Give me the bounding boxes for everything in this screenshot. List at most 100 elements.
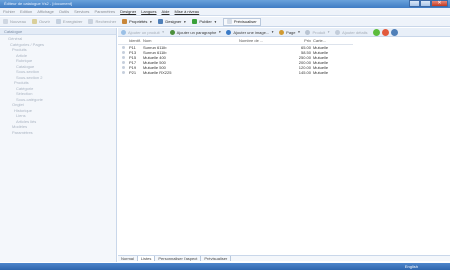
designer-button[interactable]: Designer ▼ — [158, 19, 186, 24]
select-column-header — [118, 37, 127, 45]
close-button[interactable]: ✕ — [431, 0, 448, 7]
menu-item-designer[interactable]: Designer — [120, 9, 136, 14]
status-bar: English — [0, 263, 450, 270]
nouveau-label: Nouveau — [10, 19, 27, 24]
menu-item-services[interactable]: Services — [74, 9, 89, 14]
page-button[interactable]: Page ▼ — [279, 29, 301, 35]
ouvrir-icon — [32, 19, 38, 24]
row-select[interactable] — [118, 70, 127, 75]
enregistrer-button[interactable]: Enregistrer — [55, 19, 83, 24]
ajouter-details-label: Ajouter détails — [342, 29, 368, 35]
row-status-icon — [122, 60, 125, 64]
ajouter-un-produit-button[interactable]: Ajouter un produit ▼ — [121, 29, 165, 35]
product-table: Identif. Nom Nombre de ... Prix Carte...… — [118, 37, 353, 75]
info-icon[interactable] — [390, 28, 398, 36]
tab-previsualiser[interactable]: Prévisualiser — [201, 256, 232, 261]
column-header-nom[interactable]: Nom — [143, 37, 239, 45]
title-bar: Éditeur de catalogue Vs2 - [document] ✕ — [0, 0, 450, 8]
chevron-down-icon[interactable]: ▼ — [149, 20, 152, 24]
ajouter-un-paragraphe-icon — [169, 29, 175, 35]
menu-item-affichage[interactable]: Affichage — [37, 9, 54, 14]
row-status-icon — [122, 65, 125, 69]
cell-id: P21 — [129, 69, 137, 75]
rechercher-icon — [88, 19, 94, 24]
menu-item-parametres[interactable]: Paramètres — [94, 9, 115, 14]
row-status-icon — [122, 50, 125, 54]
chevron-down-icon[interactable]: ▼ — [271, 30, 274, 34]
enregistrer-icon — [55, 19, 61, 24]
ajouter-une-image-button[interactable]: Ajouter une image... ▼ — [226, 29, 274, 35]
ajouter-details-icon — [335, 29, 341, 35]
language-indicator[interactable]: English — [405, 264, 418, 269]
menu-item-edition[interactable]: Edition — [20, 9, 32, 14]
ouvrir-button[interactable]: Ouvrir — [32, 19, 50, 24]
menu-item-aide[interactable]: Aide — [162, 9, 170, 14]
tab-normal[interactable]: Normal — [118, 256, 138, 261]
produit-button[interactable]: Produit ▼ — [305, 29, 330, 35]
chevron-down-icon[interactable]: ▼ — [183, 20, 186, 24]
page-label: Page — [286, 29, 296, 35]
chevron-down-icon[interactable]: ▼ — [298, 30, 301, 34]
previsualiser-label: Prévisualiser — [233, 19, 257, 24]
nouveau-icon — [3, 19, 8, 24]
chevron-down-icon[interactable]: ▼ — [218, 30, 221, 34]
rechercher-label: Rechercher — [95, 19, 117, 24]
menu-item-langues[interactable]: Langues — [141, 9, 156, 14]
delete-icon[interactable] — [381, 28, 389, 36]
window-controls: ✕ — [409, 0, 448, 7]
column-header-carte[interactable]: Carte... — [313, 37, 353, 45]
menu-item-mise-a-niveau[interactable]: Mise à niveau — [175, 9, 200, 14]
tab-personnaliser-l-aspect[interactable]: Personnaliser l'aspect — [155, 256, 202, 261]
previsualiser-icon — [226, 19, 232, 24]
sidebar: Catalogue Général Catégories / Pages Produ… — [0, 28, 117, 262]
column-header-prix[interactable]: Prix — [287, 37, 313, 45]
maximize-button[interactable] — [420, 0, 431, 7]
row-status-icon — [122, 70, 125, 74]
ajouter-details-button[interactable]: Ajouter détails — [335, 29, 368, 35]
rechercher-button[interactable]: Rechercher — [88, 19, 116, 24]
chevron-down-icon[interactable]: ▼ — [327, 30, 330, 34]
minimize-button[interactable] — [409, 0, 420, 7]
view-tabs: Normal Listes Personnaliser l'aspect Prévis… — [118, 255, 450, 261]
menu-item-outils[interactable]: Outils — [59, 9, 69, 14]
proprietes-button[interactable]: Propriétés ▼ — [122, 19, 152, 24]
tree-item[interactable]: Paramètres — [0, 130, 116, 136]
cell-nom: Mutuelle RX225 — [143, 69, 172, 75]
produit-label: Produit — [312, 29, 326, 35]
table-header-row: Identif. Nom Nombre de ... Prix Carte... — [118, 37, 353, 45]
main-toolbar: Nouveau Ouvrir Enregistrer Rechercher Propri… — [0, 17, 450, 27]
chevron-down-icon[interactable]: ▼ — [162, 30, 165, 34]
row-status-icon — [122, 55, 125, 59]
ajouter-un-paragraphe-button[interactable]: Ajouter un paragraphe ▼ — [169, 29, 221, 35]
publier-button[interactable]: Publier ▼ — [192, 19, 217, 24]
ajouter-une-image-icon — [226, 29, 232, 35]
cell-nombre — [239, 70, 287, 75]
tab-listes[interactable]: Listes — [137, 256, 156, 261]
chevron-down-icon[interactable]: ▼ — [214, 20, 217, 24]
designer-label: Designer — [165, 19, 182, 24]
content-toolbar: Ajouter un produit ▼ Ajouter un paragraphe… — [118, 28, 450, 37]
produit-icon — [305, 29, 311, 35]
add-icon[interactable] — [372, 28, 380, 36]
page-icon — [279, 29, 285, 35]
proprietes-icon — [122, 19, 128, 24]
table-row[interactable]: P21 Mutuelle RX225 145.00 Mutuelle — [118, 70, 353, 75]
nouveau-button[interactable]: Nouveau — [3, 19, 26, 24]
publier-icon — [192, 19, 198, 24]
menu-item-fichier[interactable]: Fichier — [3, 9, 15, 14]
publier-label: Publier — [199, 19, 212, 24]
column-header-nombre[interactable]: Nombre de ... — [239, 37, 287, 45]
proprietes-label: Propriétés — [129, 19, 148, 24]
column-header-id[interactable]: Identif. — [127, 37, 143, 45]
previsualiser-button[interactable]: Prévisualiser — [222, 17, 261, 26]
ajouter-une-image-label: Ajouter une image... — [233, 29, 270, 35]
designer-icon — [158, 19, 164, 24]
sidebar-header-label: Catalogue — [4, 28, 23, 34]
enregistrer-label: Enregistrer — [62, 19, 83, 24]
content-area: Ajouter un produit ▼ Ajouter un paragraphe… — [118, 28, 450, 262]
cell-carte: Mutuelle — [313, 69, 329, 75]
ajouter-un-produit-label: Ajouter un produit — [128, 29, 160, 35]
cell-prix: 145.00 — [298, 69, 311, 75]
menu-bar: Fichier Edition Affichage Outils Services Par… — [0, 8, 450, 16]
ajouter-un-paragraphe-label: Ajouter un paragraphe — [176, 29, 217, 35]
